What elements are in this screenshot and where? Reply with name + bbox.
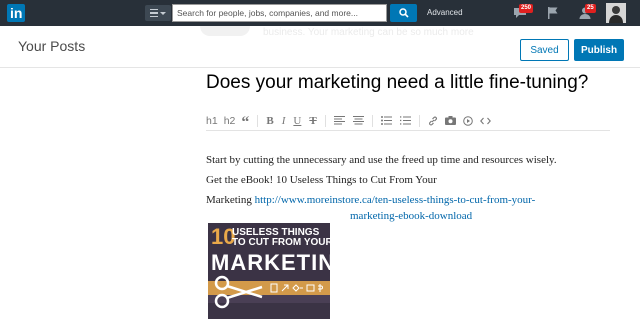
insert-video-button[interactable] (462, 113, 473, 129)
numbered-list-icon (399, 116, 411, 125)
saved-button[interactable]: Saved (520, 39, 569, 61)
body-text-fragment: Marketing (206, 194, 255, 206)
numbered-list-button[interactable] (399, 113, 411, 129)
list-icon (150, 8, 158, 18)
linkedin-logo[interactable]: in (6, 2, 37, 24)
ebook-link[interactable]: http://www.moreinstore.ca/ten-useless-th… (255, 194, 536, 206)
quote-button[interactable]: “ (241, 114, 249, 131)
ebook-title-line3: MARKETING (211, 250, 330, 275)
messages-button[interactable]: 250 (510, 3, 534, 23)
connections-badge: 25 (585, 4, 596, 13)
heading1-button[interactable]: h1 (206, 113, 218, 129)
search-icon (398, 8, 409, 18)
ebook-title-line2: TO CUT FROM YOUR (232, 237, 330, 248)
strikethrough-button[interactable]: T (309, 113, 316, 129)
camera-icon (444, 116, 456, 125)
toolbar-divider (371, 114, 373, 127)
search-type-menu-button[interactable] (145, 5, 171, 21)
insert-image-button[interactable] (444, 113, 456, 129)
toolbar-divider (324, 114, 326, 127)
top-nav-bar: in Search for people, jobs, companies, a… (0, 0, 640, 26)
toolbar-divider (257, 114, 259, 127)
align-left-icon (333, 116, 345, 125)
code-icon (479, 117, 491, 124)
messages-badge: 250 (519, 4, 534, 13)
faded-preview-text: business. Your marketing can be so much … (263, 27, 474, 38)
toolbar-divider (418, 114, 420, 127)
insert-link-button[interactable] (428, 113, 438, 129)
posts-header: business. Your marketing can be so much … (0, 26, 640, 68)
search-input[interactable]: Search for people, jobs, companies, and … (172, 4, 387, 22)
marketing-tools-icons (270, 283, 323, 293)
ebook-cover-image[interactable]: 10 USELESS THINGS TO CUT FROM YOUR MARKE… (208, 223, 330, 319)
publish-button[interactable]: Publish (574, 39, 624, 61)
connections-button[interactable]: 25 (575, 3, 596, 23)
bold-button[interactable]: B (266, 113, 273, 129)
underline-button[interactable]: U (293, 113, 301, 129)
scissors-icon (214, 275, 263, 309)
post-body-editor[interactable]: Start by cutting the unnecessary and use… (206, 150, 626, 210)
align-left-button[interactable] (333, 113, 345, 129)
link-icon (428, 116, 437, 125)
align-center-button[interactable] (352, 113, 364, 129)
advanced-search-link[interactable]: Advanced (427, 8, 463, 17)
faded-avatar (200, 26, 250, 36)
formatting-toolbar: h1 h2 “ B I U T (206, 111, 610, 131)
logo-text: in (7, 4, 26, 22)
bullet-list-icon (380, 116, 392, 125)
notifications-button[interactable] (543, 3, 563, 23)
heading2-button[interactable]: h2 (224, 113, 236, 129)
avatar-image (606, 3, 626, 23)
flag-icon (548, 7, 558, 19)
play-icon (462, 115, 473, 126)
insert-code-button[interactable] (479, 113, 491, 129)
bullet-list-button[interactable] (380, 113, 392, 129)
ebook-link-continued[interactable]: marketing-ebook-download (350, 206, 472, 226)
profile-avatar[interactable] (606, 3, 626, 23)
body-line: Get the eBook! 10 Useless Things to Cut … (206, 174, 437, 186)
post-title-input[interactable]: Does your marketing need a little fine-t… (206, 72, 588, 94)
search-button[interactable] (390, 4, 417, 22)
page-title[interactable]: Your Posts (18, 38, 85, 54)
body-line: Start by cutting the unnecessary and use… (206, 154, 557, 166)
chevron-down-icon (160, 11, 166, 15)
align-center-icon (352, 116, 364, 125)
italic-button[interactable]: I (282, 113, 286, 129)
